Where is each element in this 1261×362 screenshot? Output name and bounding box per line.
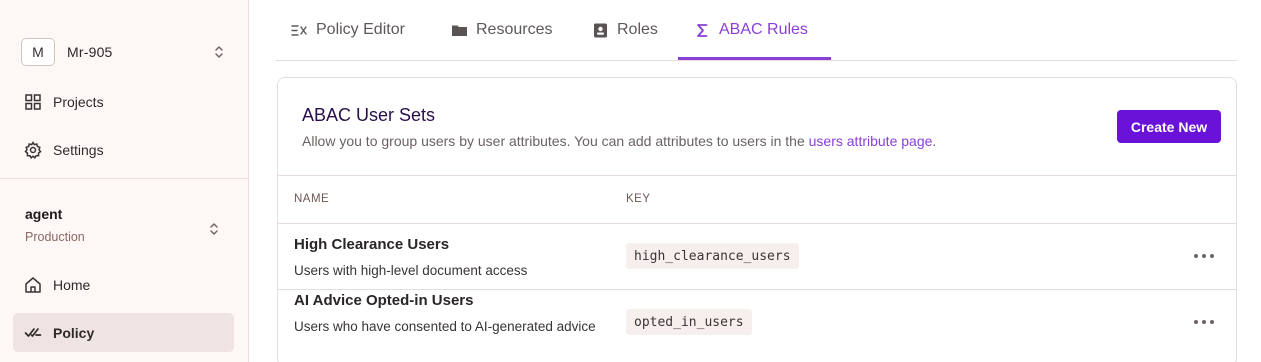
card-description: Allow you to group users by user attribu… [302, 133, 936, 149]
id-badge-icon [594, 23, 607, 37]
tab-label: ABAC Rules [719, 21, 808, 38]
environment-type: Production [25, 230, 85, 244]
divider [278, 289, 1236, 290]
card-description-end: . [932, 133, 937, 149]
sidebar-item-label: Projects [53, 94, 104, 110]
sidebar-item-label: Settings [53, 142, 104, 158]
users-attribute-page-link[interactable]: users attribute page [809, 133, 933, 149]
environment-name: agent [25, 206, 63, 222]
chevron-updown-icon [210, 223, 218, 235]
sidebar-divider [0, 178, 249, 179]
policy-editor-icon [291, 24, 307, 36]
sidebar-item-label: Home [53, 277, 91, 293]
tab-resources[interactable]: Resources [451, 18, 552, 42]
environment-switcher[interactable]: agent Production [25, 206, 225, 250]
divider [278, 175, 1236, 176]
home-icon [25, 277, 41, 293]
user-set-description: Users who have consented to AI-generated… [294, 319, 596, 334]
column-header-name: NAME [294, 193, 330, 205]
tab-label: Roles [617, 21, 658, 38]
abac-user-sets-card: ABAC User Sets Allow you to group users … [277, 77, 1237, 362]
tab-roles[interactable]: Roles [592, 18, 658, 42]
sidebar-item-policy[interactable]: Policy [24, 321, 94, 345]
card-description-text: Allow you to group users by user attribu… [302, 133, 809, 149]
folder-icon [452, 25, 467, 36]
divider [278, 223, 1236, 224]
sidebar: M Mr-905 Projects Settings agent Product… [0, 0, 249, 362]
user-set-name: High Clearance Users [294, 236, 450, 253]
org-name: Mr-905 [67, 44, 113, 60]
create-new-button[interactable]: Create New [1117, 110, 1221, 143]
more-options-icon[interactable] [1194, 318, 1214, 326]
user-set-name: AI Advice Opted-in Users [294, 292, 474, 309]
column-header-key: KEY [626, 193, 651, 205]
card-title: ABAC User Sets [302, 105, 436, 125]
tab-abac-rules[interactable]: ABAC Rules [694, 18, 808, 42]
sidebar-item-home[interactable]: Home [24, 273, 90, 297]
sidebar-item-settings[interactable]: Settings [24, 138, 104, 162]
sidebar-item-label: Policy [53, 325, 95, 341]
tab-policy-editor[interactable]: Policy Editor [291, 18, 405, 42]
user-set-key: high_clearance_users [626, 243, 799, 269]
user-set-description: Users with high-level document access [294, 263, 528, 278]
tab-label: Resources [476, 21, 553, 38]
chevron-updown-icon [215, 46, 223, 58]
sidebar-item-projects[interactable]: Projects [24, 90, 104, 114]
sigma-icon [697, 23, 708, 37]
org-switcher[interactable]: M Mr-905 [21, 38, 235, 66]
grid-icon [25, 94, 41, 110]
tab-label: Policy Editor [316, 21, 405, 38]
gear-icon [24, 141, 42, 159]
org-avatar: M [21, 38, 55, 66]
user-set-key: opted_in_users [626, 309, 752, 335]
active-tab-indicator [678, 57, 831, 60]
more-options-icon[interactable] [1194, 252, 1214, 260]
tab-bar: Policy Editor Resources Roles ABAC Rules [276, 0, 1237, 61]
policy-check-icon [24, 328, 42, 337]
